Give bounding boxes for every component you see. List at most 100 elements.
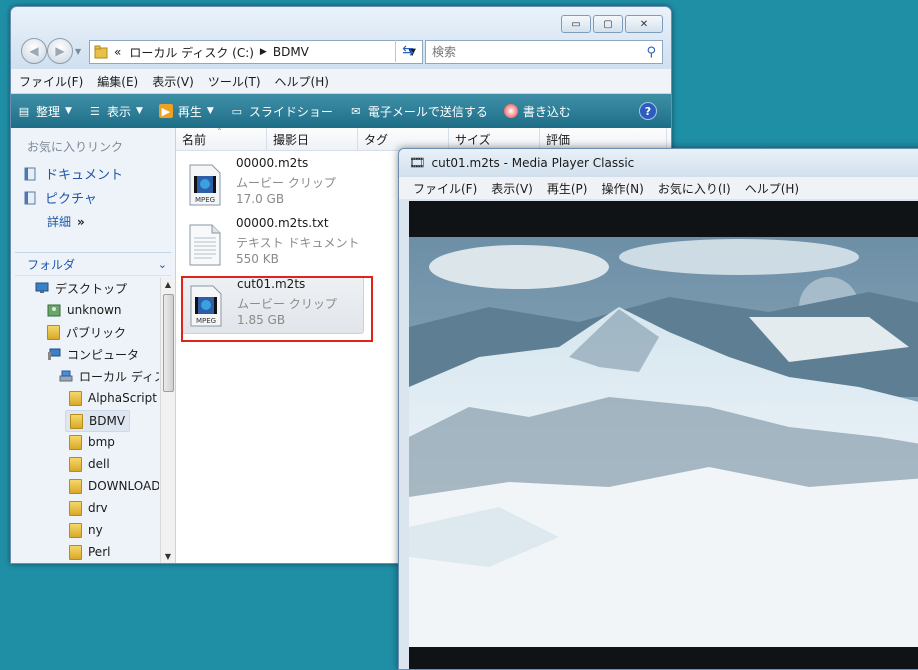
folder-icon — [69, 544, 82, 560]
tree-label: DOWNLOAD — [88, 479, 159, 493]
folder-icon — [69, 478, 82, 494]
maximize-button[interactable]: ▢ — [593, 15, 623, 33]
column-date[interactable]: 撮影日 — [267, 128, 358, 150]
organize-label: 整理 — [36, 104, 61, 119]
views-icon: ☰ — [90, 104, 100, 118]
dropdown-arrow-icon: ▼ — [135, 106, 143, 116]
back-button[interactable]: ◀ — [21, 38, 47, 64]
mpc-menu-file[interactable]: ファイル(F) — [413, 180, 477, 197]
menu-view[interactable]: 表示(V) — [152, 73, 194, 90]
organize-button[interactable]: ▤ 整理 ▼ — [17, 103, 72, 120]
mpc-menu-play[interactable]: 再生(P) — [547, 180, 588, 197]
scroll-up-icon[interactable]: ▲ — [161, 278, 175, 292]
menu-file[interactable]: ファイル(F) — [19, 73, 83, 90]
mpc-menu-help[interactable]: ヘルプ(H) — [745, 180, 799, 197]
breadcrumb-arrow-icon[interactable]: ▶ — [260, 47, 267, 57]
drive-icon — [59, 370, 73, 382]
column-label: 名前 — [182, 132, 207, 147]
folder-icon — [69, 456, 82, 472]
tree-item-local-disk[interactable]: ローカル ディスク (C:) — [59, 366, 159, 386]
favorite-pictures[interactable]: ピクチャ — [23, 188, 97, 207]
menu-help[interactable]: ヘルプ(H) — [275, 73, 329, 90]
tree-item-dell[interactable]: dell — [69, 454, 110, 474]
tree-label: デスクトップ — [55, 281, 128, 296]
tree-label: BDMV — [89, 414, 126, 428]
file-item-00000-m2ts[interactable]: MPEG 00000.m2ts ムービー クリップ 17.0 GB — [182, 156, 362, 212]
file-item-00000-txt[interactable]: 00000.m2ts.txt テキスト ドキュメント 550 KB — [182, 216, 362, 272]
mpc-menu-favorites[interactable]: お気に入り(I) — [658, 180, 731, 197]
address-segment-bdmv[interactable]: BDMV — [273, 45, 309, 59]
folder-icon — [69, 390, 82, 406]
column-size[interactable]: サイズ — [449, 128, 540, 150]
tree-item-unknown[interactable]: unknown — [47, 300, 122, 320]
mpc-menu-bar: ファイル(F) 表示(V) 再生(P) 操作(N) お気に入り(I) ヘルプ(H… — [399, 177, 918, 199]
file-size: 550 KB — [236, 252, 279, 266]
play-button[interactable]: ▶ 再生 ▼ — [158, 103, 214, 120]
text-file-icon — [189, 224, 221, 266]
views-button[interactable]: ☰ 表示 ▼ — [88, 103, 143, 120]
dropdown-arrow-icon: ▼ — [65, 106, 72, 116]
tree-item-perl[interactable]: Perl — [69, 542, 110, 562]
scroll-down-icon[interactable]: ▼ — [161, 550, 175, 563]
address-bar[interactable]: « ローカル ディスク (C:) ▶ BDMV ▼ — [89, 40, 423, 64]
menu-bar: ファイル(F) 編集(E) 表示(V) ツール(T) ヘルプ(H) — [11, 69, 671, 94]
tree-label: ny — [88, 523, 103, 537]
search-input[interactable] — [430, 44, 647, 60]
scroll-thumb[interactable] — [163, 294, 174, 392]
address-segment-drive[interactable]: ローカル ディスク (C:) — [129, 44, 254, 61]
column-label: タグ — [364, 132, 389, 147]
tree-item-public[interactable]: パブリック — [47, 322, 126, 342]
tree-item-drv[interactable]: drv — [69, 498, 108, 518]
tree-label: bmp — [88, 435, 115, 449]
tree-scrollbar[interactable]: ▲ ▼ — [160, 278, 175, 563]
svg-text:MPEG: MPEG — [195, 196, 215, 204]
tree-item-ny[interactable]: ny — [69, 520, 103, 540]
mpc-menu-view[interactable]: 表示(V) — [491, 180, 533, 197]
file-type: テキスト ドキュメント — [236, 236, 360, 250]
close-button[interactable]: ✕ — [625, 15, 663, 33]
views-label: 表示 — [106, 104, 131, 119]
slideshow-button[interactable]: ▭ スライドショー — [230, 103, 333, 120]
minimize-button[interactable]: ▭ — [561, 15, 591, 33]
forward-arrow-icon: ▶ — [55, 44, 65, 58]
tree-item-alphascript[interactable]: AlphaScript — [69, 388, 157, 408]
organize-icon: ▤ — [18, 104, 30, 118]
video-frame-snowy-mountains — [409, 237, 918, 647]
tree-item-bdmv[interactable]: BDMV — [65, 410, 131, 432]
film-reel-icon: 🎞 — [409, 155, 426, 171]
column-name[interactable]: 名前 ⌃ — [176, 127, 267, 150]
video-area[interactable] — [409, 201, 918, 669]
column-tags[interactable]: タグ — [358, 128, 449, 150]
search-box: ⚲ — [425, 40, 663, 64]
tree-item-desktop[interactable]: デスクトップ — [35, 278, 127, 298]
folders-header[interactable]: フォルダ ⌄ — [15, 252, 171, 276]
folder-icon — [94, 45, 108, 59]
refresh-button[interactable]: ⇆ — [395, 40, 420, 62]
favorite-documents[interactable]: ドキュメント — [23, 164, 123, 183]
desktop-icon — [35, 282, 49, 293]
menu-tools[interactable]: ツール(T) — [208, 73, 261, 90]
burn-button[interactable]: 書き込む — [503, 103, 571, 120]
column-rating[interactable]: 評価 — [540, 128, 667, 150]
user-folder-icon — [47, 304, 61, 317]
tree-label: ローカル ディスク (C:) — [79, 369, 159, 384]
email-icon: ✉ — [351, 104, 361, 118]
help-icon[interactable]: ? — [639, 102, 657, 120]
email-button[interactable]: ✉ 電子メールで送信する — [349, 103, 488, 120]
chevron-down-icon: ⌄ — [157, 257, 167, 271]
forward-button[interactable]: ▶ — [47, 38, 73, 64]
tree-item-computer[interactable]: コンピュータ — [47, 344, 139, 364]
more-link[interactable]: 詳細 » — [47, 213, 85, 230]
tree-label: パブリック — [66, 325, 127, 340]
mpc-menu-navigate[interactable]: 操作(N) — [601, 180, 643, 197]
history-dropdown-icon[interactable]: ▼ — [75, 47, 81, 56]
address-overflow[interactable]: « — [114, 45, 121, 59]
slideshow-label: スライドショー — [248, 104, 333, 119]
search-icon[interactable]: ⚲ — [646, 45, 656, 60]
window-controls: ▭ ▢ ✕ — [561, 15, 663, 33]
tree-item-download[interactable]: DOWNLOAD — [69, 476, 159, 496]
tree-item-bmp[interactable]: bmp — [69, 432, 115, 452]
command-toolbar: ▤ 整理 ▼ ☰ 表示 ▼ ▶ 再生 ▼ ▭ スライドショー ✉ 電子メールで送… — [11, 94, 671, 128]
menu-edit[interactable]: 編集(E) — [97, 73, 138, 90]
mpc-titlebar[interactable]: 🎞 cut01.m2ts - Media Player Classic — [399, 149, 918, 177]
